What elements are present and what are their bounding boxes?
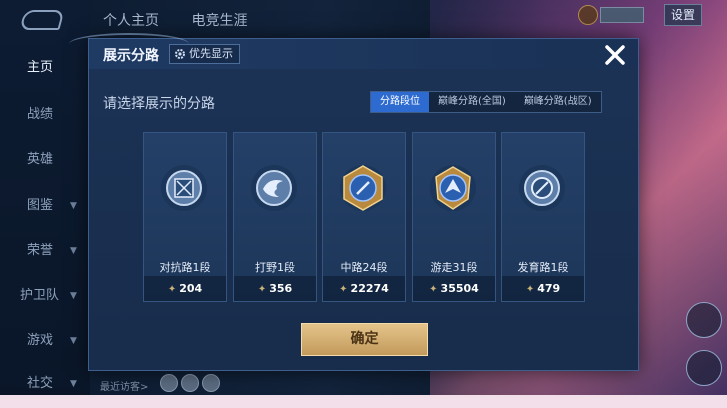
- chevron-down-icon: ▼: [70, 201, 77, 211]
- jungle-icon: [251, 165, 297, 211]
- nav-item-honor[interactable]: 荣誉 ▼: [0, 239, 90, 263]
- lane-score: ✦ 356: [234, 276, 316, 301]
- chevron-down-icon: ▼: [70, 379, 77, 389]
- mid-lane-icon: [340, 165, 386, 211]
- chevron-down-icon: ▼: [70, 336, 77, 346]
- side-widget-icon[interactable]: [686, 350, 722, 386]
- nav-item-home[interactable]: 主页: [0, 56, 90, 80]
- score-icon: ✦: [429, 284, 438, 295]
- priority-label: 优先显示: [189, 47, 233, 60]
- lane-score: ✦ 204: [144, 276, 226, 301]
- side-widget-icon[interactable]: [686, 302, 722, 338]
- left-nav: 主页 战绩 英雄 图鉴 ▼ 荣誉 ▼ 护卫队 ▼ 游戏 ▼ 社交 ▼: [0, 0, 90, 408]
- chevron-down-icon: ▼: [70, 291, 77, 301]
- lane-display-modal: 展示分路 优先显示 请选择展示的分路 分路段位 巅峰分路(全国) 巅峰分路(战区…: [69, 33, 639, 371]
- nav-item-record[interactable]: 战绩: [0, 103, 90, 127]
- avatar[interactable]: [202, 374, 220, 392]
- score-icon: ✦: [525, 284, 535, 295]
- tab-peak-national[interactable]: 巅峰分路(全国): [429, 92, 515, 112]
- recent-visitors-link[interactable]: 最近访客>: [100, 378, 148, 393]
- score-icon: ✦: [339, 284, 348, 295]
- modal-header: 展示分路 优先显示: [69, 33, 638, 69]
- lane-card-roam[interactable]: 游走31段 ✦ 35504: [412, 132, 496, 302]
- lane-card-mid[interactable]: 中路24段 ✦ 22274: [322, 132, 406, 302]
- roam-icon: [430, 165, 476, 211]
- gear-icon: [175, 49, 185, 59]
- score-icon: ✦: [167, 284, 177, 295]
- lane-card-farm[interactable]: 发育路1段 ✦ 479: [501, 132, 585, 302]
- lane-card-clash[interactable]: 对抗路1段 ✦ 204: [143, 132, 227, 302]
- nav-item-guard[interactable]: 护卫队 ▼: [0, 284, 90, 308]
- modal-subtitle: 请选择展示的分路: [103, 96, 215, 112]
- lane-name: 中路24段: [340, 261, 388, 274]
- avatar[interactable]: [578, 5, 598, 25]
- modal-title: 展示分路: [103, 48, 159, 64]
- nav-item-social[interactable]: 社交 ▼: [0, 372, 90, 396]
- lane-score: ✦ 479: [502, 276, 584, 301]
- lane-score: ✦ 22274: [323, 276, 405, 301]
- farm-lane-icon: [519, 165, 565, 211]
- score-icon: ✦: [257, 284, 267, 295]
- back-logo-icon[interactable]: [19, 10, 65, 30]
- lane-card-jungle[interactable]: 打野1段 ✦ 356: [233, 132, 317, 302]
- lane-type-tabs: 分路段位 巅峰分路(全国) 巅峰分路(战区): [370, 91, 602, 113]
- avatar[interactable]: [181, 374, 199, 392]
- nav-item-codex[interactable]: 图鉴 ▼: [0, 194, 90, 218]
- top-tabs: 个人主页 电竞生涯: [103, 10, 275, 30]
- tab-profile[interactable]: 个人主页: [103, 13, 159, 29]
- tab-lane-rank[interactable]: 分路段位: [371, 92, 429, 112]
- settings-button[interactable]: 设置: [664, 4, 702, 26]
- priority-display-button[interactable]: 优先显示: [169, 44, 240, 64]
- lane-name: 打野1段: [255, 261, 295, 274]
- bottom-strip: [0, 395, 727, 408]
- status-badge: [600, 7, 644, 23]
- avatar[interactable]: [160, 374, 178, 392]
- lane-name: 对抗路1段: [159, 261, 211, 274]
- lane-name: 发育路1段: [517, 261, 569, 274]
- top-right-status: [578, 5, 727, 27]
- close-icon[interactable]: [603, 43, 627, 67]
- clash-lane-icon: [161, 165, 207, 211]
- chevron-down-icon: ▼: [70, 246, 77, 256]
- lane-name: 游走31段: [430, 261, 478, 274]
- lane-score: ✦ 35504: [413, 276, 495, 301]
- tab-peak-region[interactable]: 巅峰分路(战区): [515, 92, 601, 112]
- confirm-button[interactable]: 确定: [301, 323, 428, 356]
- tab-esports[interactable]: 电竞生涯: [191, 13, 247, 29]
- nav-item-heroes[interactable]: 英雄: [0, 148, 90, 172]
- nav-item-game[interactable]: 游戏 ▼: [0, 329, 90, 353]
